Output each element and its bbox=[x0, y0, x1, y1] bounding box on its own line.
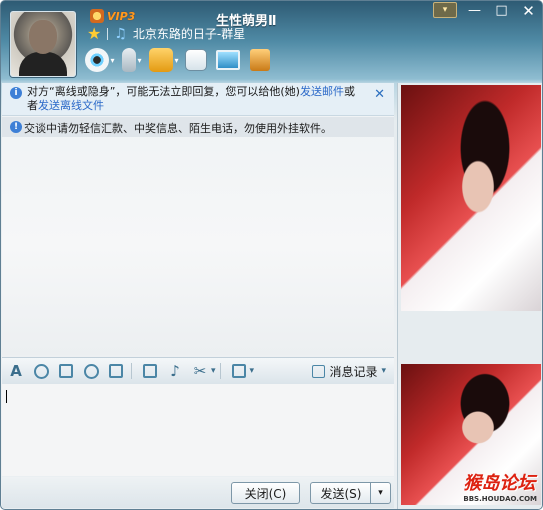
image-icon bbox=[143, 364, 157, 378]
music-note-icon: ♪ bbox=[170, 362, 180, 380]
chevron-down-icon: ▾ bbox=[381, 366, 386, 376]
text-caret bbox=[6, 390, 7, 403]
emoticon-button[interactable] bbox=[30, 360, 52, 382]
minimize-button[interactable]: — bbox=[461, 1, 488, 20]
watermark-sub: BBS.HOUDAO.COM bbox=[463, 495, 537, 503]
smiley-icon bbox=[33, 363, 49, 379]
music-note-icon: ♫ bbox=[114, 25, 127, 42]
send-file-icon bbox=[149, 48, 174, 72]
font-button[interactable]: A bbox=[5, 360, 27, 382]
voice-call-button[interactable]: ▾ bbox=[117, 45, 147, 75]
contact-signature: 北京东路的日子-群星 bbox=[132, 27, 246, 41]
video-call-button[interactable]: ▾ bbox=[85, 45, 115, 75]
info-icon: ! bbox=[10, 121, 22, 133]
offline-notice-text: 对方“离线或隐身”，可能无法立即回复，您可以给他(她)发送邮件或者发送离线文件 bbox=[27, 85, 363, 113]
message-input[interactable] bbox=[2, 384, 394, 476]
vip-badge[interactable]: VIP3 bbox=[90, 9, 135, 23]
notepad-icon bbox=[250, 49, 270, 71]
chat-toolbar: ▾ ▾ ▾ bbox=[85, 45, 277, 75]
crown-icon bbox=[90, 9, 104, 23]
app-list-button[interactable] bbox=[181, 45, 211, 75]
screenshot-button[interactable]: ✂ bbox=[189, 360, 211, 382]
chevron-down-icon[interactable]: ▾ bbox=[250, 366, 255, 376]
send-button[interactable]: 发送(S) bbox=[310, 482, 372, 504]
safety-notice: ! 交谈中请勿轻信汇款、中奖信息、陌生电话，勿使用外挂软件。 bbox=[2, 117, 394, 137]
pencil-icon bbox=[109, 364, 123, 378]
close-window-button[interactable]: ✕ bbox=[515, 1, 542, 20]
message-history-button[interactable]: 消息记录 ▾ bbox=[312, 363, 386, 380]
contact-show-photo bbox=[401, 85, 541, 311]
remote-desktop-icon bbox=[216, 50, 240, 70]
edit-button[interactable] bbox=[105, 360, 127, 382]
chevron-down-icon[interactable]: ▾ bbox=[211, 366, 216, 376]
remote-desktop-button[interactable] bbox=[213, 45, 243, 75]
shake-icon bbox=[83, 363, 99, 379]
avatar-body bbox=[19, 52, 67, 76]
scissors-icon: ✂ bbox=[193, 362, 207, 380]
music-button[interactable]: ♪ bbox=[164, 360, 186, 382]
divider bbox=[131, 363, 132, 379]
notepad-button[interactable] bbox=[245, 45, 275, 75]
chat-window: VIP3 生性萌男Ⅱ ★ ♫ 北京东路的日子-群星 ▾ — □ ✕ ▾ ▾ ▾ bbox=[0, 0, 543, 510]
send-mail-link[interactable]: 发送邮件 bbox=[300, 85, 344, 98]
skin-menu-button[interactable]: ▾ bbox=[433, 2, 457, 18]
offline-notice: i 对方“离线或隐身”，可能无法立即回复，您可以给他(她)发送邮件或者发送离线文… bbox=[2, 83, 394, 116]
font-icon: A bbox=[10, 362, 22, 380]
format-toolbar: A ♪ ✂ ▾ ▾ 消息记录 ▾ bbox=[2, 357, 394, 385]
info-icon: i bbox=[10, 87, 22, 99]
divider bbox=[107, 27, 109, 40]
history-icon bbox=[312, 364, 326, 378]
close-button[interactable]: 关闭(C) bbox=[231, 482, 300, 504]
profile-panel: 猴岛论坛 BBS.HOUDAO.COM bbox=[397, 83, 542, 509]
webcam-icon bbox=[85, 48, 110, 72]
action-bar: 关闭(C) 发送(S) ▾ bbox=[2, 477, 394, 508]
briefcase-icon bbox=[231, 364, 246, 378]
vip-label: VIP3 bbox=[107, 9, 136, 23]
toolbox-button[interactable] bbox=[228, 360, 250, 382]
shake-window-button[interactable] bbox=[80, 360, 102, 382]
maximize-button[interactable]: □ bbox=[488, 1, 515, 20]
my-show-photo: 猴岛论坛 BBS.HOUDAO.COM bbox=[401, 364, 541, 505]
chevron-down-icon[interactable]: ▾ bbox=[174, 56, 178, 65]
status-row: ★ ♫ 北京东路的日子-群星 bbox=[87, 25, 245, 42]
safety-notice-text: 交谈中请勿轻信汇款、中奖信息、陌生电话，勿使用外挂软件。 bbox=[24, 122, 332, 135]
microphone-icon bbox=[122, 48, 137, 72]
watermark-logo: 猴岛论坛 BBS.HOUDAO.COM bbox=[463, 469, 537, 503]
magic-face-button[interactable] bbox=[55, 360, 77, 382]
window-controls: ▾ — □ ✕ bbox=[433, 1, 542, 20]
magic-face-icon bbox=[59, 364, 73, 378]
offline-notice-prefix: 对方“离线或隐身”，可能无法立即回复，您可以给他(她) bbox=[27, 85, 300, 98]
send-options-button[interactable]: ▾ bbox=[370, 482, 391, 504]
close-notice-icon[interactable]: ✕ bbox=[374, 87, 385, 102]
divider bbox=[219, 363, 221, 379]
message-history[interactable]: i 对方“离线或隐身”，可能无法立即回复，您可以给他(她)发送邮件或者发送离线文… bbox=[2, 83, 394, 355]
star-icon[interactable]: ★ bbox=[87, 25, 101, 42]
avatar-face bbox=[29, 20, 57, 54]
history-label: 消息记录 bbox=[329, 364, 378, 379]
chevron-down-icon[interactable]: ▾ bbox=[137, 56, 141, 65]
chevron-down-icon[interactable]: ▾ bbox=[110, 56, 114, 65]
send-offline-file-link[interactable]: 发送离线文件 bbox=[38, 99, 104, 112]
app-list-icon bbox=[185, 49, 207, 71]
contact-avatar[interactable] bbox=[10, 11, 76, 77]
send-file-button[interactable]: ▾ bbox=[149, 45, 179, 75]
watermark-text: 猴岛论坛 bbox=[463, 473, 536, 494]
send-image-button[interactable] bbox=[139, 360, 161, 382]
